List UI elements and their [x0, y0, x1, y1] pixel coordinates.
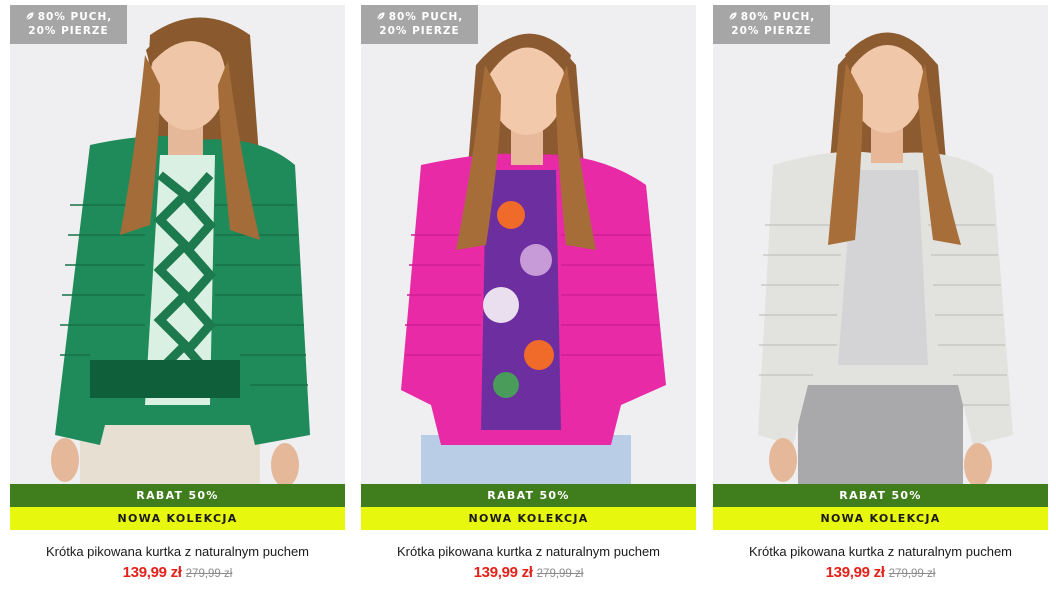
- product-name[interactable]: Krótka pikowana kurtka z naturalnym puch…: [361, 544, 696, 559]
- material-badge: 80% PUCH, 20% PIERZE: [10, 5, 127, 44]
- badge-line2: 20% PIERZE: [28, 25, 109, 37]
- product-grid: 80% PUCH, 20% PIERZE RABAT 50% NOWA KOLE…: [0, 0, 1056, 592]
- product-name[interactable]: Krótka pikowana kurtka z naturalnym puch…: [10, 544, 345, 559]
- material-badge: 80% PUCH, 20% PIERZE: [361, 5, 478, 44]
- current-price: 139,99 zł: [473, 564, 533, 581]
- price-row: 139,99 zł 279,99 zł: [713, 564, 1048, 582]
- leaf-icon: [728, 11, 738, 21]
- discount-strip: RABAT 50%: [361, 484, 696, 507]
- product-card[interactable]: 80% PUCH, 20% PIERZE RABAT 50% NOWA KOLE…: [361, 5, 696, 590]
- product-card[interactable]: 80% PUCH, 20% PIERZE RABAT 50% NOWA KOLE…: [10, 5, 345, 590]
- leaf-icon: [376, 11, 386, 21]
- current-price: 139,99 zł: [122, 564, 182, 581]
- product-image[interactable]: 80% PUCH, 20% PIERZE: [361, 5, 696, 485]
- product-image[interactable]: 80% PUCH, 20% PIERZE: [713, 5, 1048, 485]
- collection-strip: NOWA KOLEKCJA: [361, 507, 696, 530]
- badge-line1: 80% PUCH,: [740, 11, 816, 23]
- collection-strip: NOWA KOLEKCJA: [10, 507, 345, 530]
- material-badge: 80% PUCH, 20% PIERZE: [713, 5, 830, 44]
- old-price: 279,99 zł: [888, 568, 936, 580]
- discount-strip: RABAT 50%: [10, 484, 345, 507]
- current-price: 139,99 zł: [825, 564, 885, 581]
- product-name[interactable]: Krótka pikowana kurtka z naturalnym puch…: [713, 544, 1048, 559]
- leaf-icon: [25, 11, 35, 21]
- badge-line1: 80% PUCH,: [388, 11, 464, 23]
- price-row: 139,99 zł 279,99 zł: [361, 564, 696, 582]
- product-card[interactable]: 80% PUCH, 20% PIERZE RABAT 50% NOWA KOLE…: [713, 5, 1048, 590]
- badge-line1: 80% PUCH,: [37, 11, 113, 23]
- product-image[interactable]: 80% PUCH, 20% PIERZE: [10, 5, 345, 485]
- price-row: 139,99 zł 279,99 zł: [10, 564, 345, 582]
- badge-line2: 20% PIERZE: [731, 25, 812, 37]
- old-price: 279,99 zł: [185, 568, 233, 580]
- collection-strip: NOWA KOLEKCJA: [713, 507, 1048, 530]
- discount-strip: RABAT 50%: [713, 484, 1048, 507]
- old-price: 279,99 zł: [536, 568, 584, 580]
- badge-line2: 20% PIERZE: [379, 25, 460, 37]
